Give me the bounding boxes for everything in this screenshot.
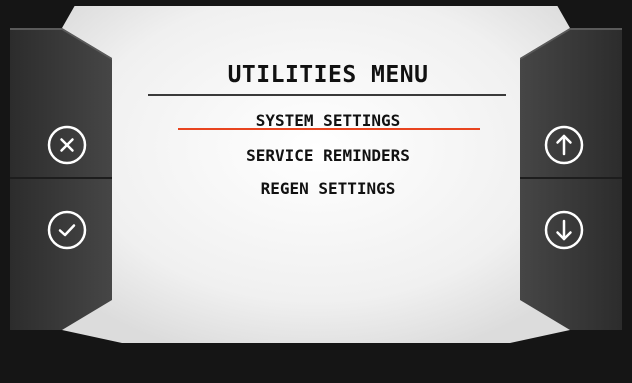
arrow-up-icon xyxy=(544,125,584,165)
down-button[interactable] xyxy=(543,209,585,251)
confirm-button[interactable] xyxy=(46,209,88,251)
display-screen: UTILITIES MENU SYSTEM SETTINGS SERVICE R… xyxy=(0,0,632,383)
menu-item-regen-settings[interactable]: REGEN SETTINGS xyxy=(150,179,506,198)
menu-title: UTILITIES MENU xyxy=(227,62,429,88)
menu-item-service-reminders[interactable]: SERVICE REMINDERS xyxy=(150,146,506,165)
close-button[interactable] xyxy=(46,124,88,166)
selection-underline xyxy=(178,128,480,130)
title-divider xyxy=(148,94,506,96)
checkmark-icon xyxy=(47,210,87,250)
arrow-down-icon xyxy=(544,210,584,250)
up-button[interactable] xyxy=(543,124,585,166)
close-icon xyxy=(47,125,87,165)
